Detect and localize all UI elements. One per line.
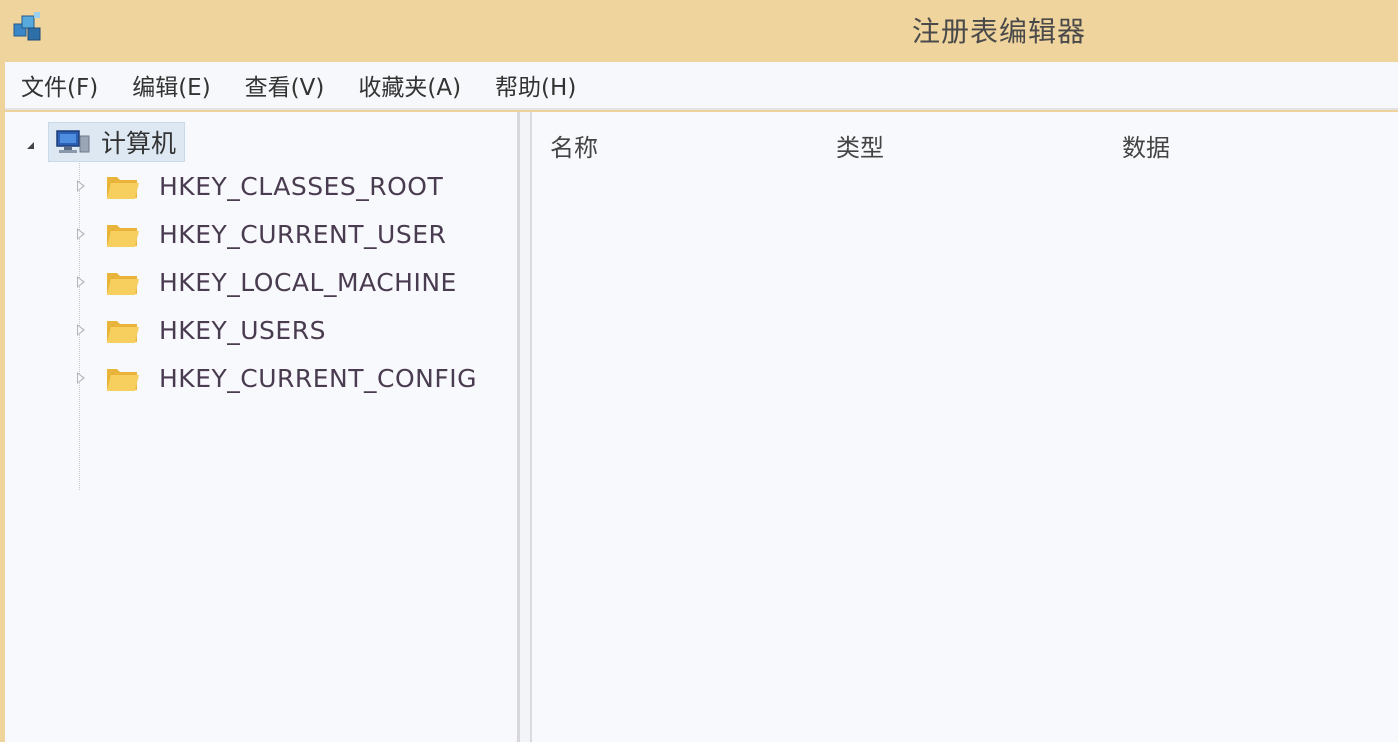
folder-icon — [105, 315, 139, 345]
menu-help[interactable]: 帮助(H) — [495, 64, 576, 106]
tree-item-label: HKEY_CURRENT_USER — [159, 219, 447, 249]
folder-icon — [105, 267, 139, 297]
tree-item-hkey-current-config[interactable]: HKEY_CURRENT_CONFIG — [77, 356, 477, 400]
expand-arrow-icon[interactable] — [77, 228, 85, 240]
tree-item-label: HKEY_CURRENT_CONFIG — [159, 363, 477, 393]
menu-bar: 文件(F) 编辑(E) 查看(V) 收藏夹(A) 帮助(H) — [5, 62, 1398, 110]
menu-edit[interactable]: 编辑(E) — [132, 64, 210, 106]
computer-icon — [55, 128, 91, 156]
tree-item-label: HKEY_LOCAL_MACHINE — [159, 267, 457, 297]
column-header-data[interactable]: 数据 — [1122, 128, 1170, 163]
menu-favorites[interactable]: 收藏夹(A) — [358, 64, 461, 106]
collapse-arrow-icon[interactable] — [27, 141, 34, 149]
tree-item-hkey-local-machine[interactable]: HKEY_LOCAL_MACHINE — [77, 260, 457, 304]
expand-arrow-icon[interactable] — [77, 180, 85, 192]
registry-editor-window: 注册表编辑器 文件(F) 编辑(E) 查看(V) 收藏夹(A) 帮助(H) 计算… — [0, 0, 1398, 742]
menu-file[interactable]: 文件(F) — [21, 64, 98, 106]
registry-tree-pane[interactable]: 计算机 HKEY_CLASSES_ROOT HKEY_CURRENT_USER … — [5, 112, 520, 742]
tree-root-selection[interactable]: 计算机 — [48, 122, 186, 162]
tree-item-hkey-users[interactable]: HKEY_USERS — [77, 308, 326, 352]
folder-icon — [105, 363, 139, 393]
tree-item-hkey-current-user[interactable]: HKEY_CURRENT_USER — [77, 212, 446, 256]
tree-item-hkey-classes-root[interactable]: HKEY_CLASSES_ROOT — [77, 164, 443, 208]
column-header-type[interactable]: 类型 — [836, 128, 884, 163]
window-title: 注册表编辑器 — [911, 15, 1086, 48]
tree-root-label: 计算机 — [101, 129, 177, 158]
expand-arrow-icon[interactable] — [77, 372, 85, 384]
menu-view[interactable]: 查看(V) — [245, 64, 325, 106]
column-header-name[interactable]: 名称 — [550, 128, 598, 163]
title-bar[interactable]: 注册表编辑器 — [0, 0, 1398, 60]
expand-arrow-icon[interactable] — [77, 276, 85, 288]
pane-splitter[interactable] — [520, 112, 532, 742]
values-list-pane[interactable]: 名称 类型 数据 — [532, 112, 1398, 742]
expand-arrow-icon[interactable] — [77, 324, 85, 336]
folder-icon — [105, 219, 139, 249]
tree-root-computer[interactable]: 计算机 — [27, 120, 186, 164]
tree-item-label: HKEY_USERS — [159, 315, 326, 345]
tree-item-label: HKEY_CLASSES_ROOT — [159, 171, 444, 201]
folder-icon — [105, 171, 139, 201]
